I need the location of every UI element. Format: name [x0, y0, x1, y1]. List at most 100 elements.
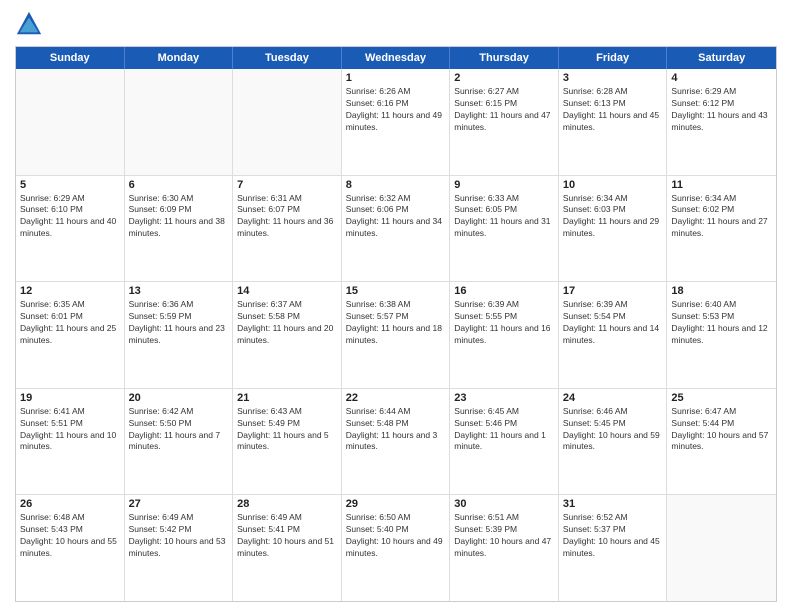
day-number: 24: [563, 392, 663, 404]
calendar-body: 1Sunrise: 6:26 AMSunset: 6:16 PMDaylight…: [16, 69, 776, 601]
day-number: 8: [346, 179, 446, 191]
calendar-cell: 13 Sunrise: 6:36 AMSunset: 5:59 PMDayligh…: [125, 282, 234, 388]
calendar-cell: [125, 69, 234, 175]
day-number: 6: [129, 179, 229, 191]
calendar-week-3: 12 Sunrise: 6:35 AMSunset: 6:01 PMDayligh…: [16, 281, 776, 388]
calendar-cell: [16, 69, 125, 175]
day-info: Sunrise: 6:30 AMSunset: 6:09 PMDaylight:…: [129, 193, 229, 241]
calendar-cell: 4 Sunrise: 6:29 AMSunset: 6:12 PMDaylight…: [667, 69, 776, 175]
calendar-cell: 6 Sunrise: 6:30 AMSunset: 6:09 PMDaylight…: [125, 176, 234, 282]
day-number: 29: [346, 498, 446, 510]
day-info: Sunrise: 6:38 AMSunset: 5:57 PMDaylight:…: [346, 299, 446, 347]
calendar-week-2: 5 Sunrise: 6:29 AMSunset: 6:10 PMDaylight…: [16, 175, 776, 282]
day-info: Sunrise: 6:52 AMSunset: 5:37 PMDaylight:…: [563, 512, 663, 560]
day-info: Sunrise: 6:44 AMSunset: 5:48 PMDaylight:…: [346, 406, 446, 454]
day-number: 16: [454, 285, 554, 297]
calendar-header-row: SundayMondayTuesdayWednesdayThursdayFrid…: [16, 47, 776, 69]
day-info: Sunrise: 6:40 AMSunset: 5:53 PMDaylight:…: [671, 299, 772, 347]
day-number: 18: [671, 285, 772, 297]
day-info: Sunrise: 6:37 AMSunset: 5:58 PMDaylight:…: [237, 299, 337, 347]
day-number: 5: [20, 179, 120, 191]
calendar-cell: 2 Sunrise: 6:27 AMSunset: 6:15 PMDaylight…: [450, 69, 559, 175]
day-number: 12: [20, 285, 120, 297]
day-info: Sunrise: 6:31 AMSunset: 6:07 PMDaylight:…: [237, 193, 337, 241]
day-info: Sunrise: 6:28 AMSunset: 6:13 PMDaylight:…: [563, 86, 663, 134]
day-number: 2: [454, 72, 554, 84]
calendar-cell: 26 Sunrise: 6:48 AMSunset: 5:43 PMDayligh…: [16, 495, 125, 601]
calendar-cell: 1Sunrise: 6:26 AMSunset: 6:16 PMDaylight…: [342, 69, 451, 175]
day-info: Sunrise: 6:47 AMSunset: 5:44 PMDaylight:…: [671, 406, 772, 454]
page-header: [15, 10, 777, 38]
calendar-cell: 12 Sunrise: 6:35 AMSunset: 6:01 PMDayligh…: [16, 282, 125, 388]
day-number: 27: [129, 498, 229, 510]
day-number: 7: [237, 179, 337, 191]
day-info: Sunrise: 6:49 AMSunset: 5:41 PMDaylight:…: [237, 512, 337, 560]
day-info: Sunrise: 6:29 AMSunset: 6:12 PMDaylight:…: [671, 86, 772, 134]
day-number: 19: [20, 392, 120, 404]
day-info: Sunrise: 6:39 AMSunset: 5:54 PMDaylight:…: [563, 299, 663, 347]
calendar-cell: 11Sunrise: 6:34 AMSunset: 6:02 PMDayligh…: [667, 176, 776, 282]
day-info: Sunrise: 6:50 AMSunset: 5:40 PMDaylight:…: [346, 512, 446, 560]
day-number: 4: [671, 72, 772, 84]
calendar-week-4: 19 Sunrise: 6:41 AMSunset: 5:51 PMDayligh…: [16, 388, 776, 495]
day-info: Sunrise: 6:51 AMSunset: 5:39 PMDaylight:…: [454, 512, 554, 560]
header-day-tuesday: Tuesday: [233, 47, 342, 69]
calendar-cell: 25 Sunrise: 6:47 AMSunset: 5:44 PMDayligh…: [667, 389, 776, 495]
day-info: Sunrise: 6:34 AMSunset: 6:03 PMDaylight:…: [563, 193, 663, 241]
day-info: Sunrise: 6:41 AMSunset: 5:51 PMDaylight:…: [20, 406, 120, 454]
calendar-cell: 7 Sunrise: 6:31 AMSunset: 6:07 PMDaylight…: [233, 176, 342, 282]
day-info: Sunrise: 6:27 AMSunset: 6:15 PMDaylight:…: [454, 86, 554, 134]
day-number: 22: [346, 392, 446, 404]
day-info: Sunrise: 6:34 AMSunset: 6:02 PMDaylight:…: [671, 193, 772, 241]
calendar-cell: 17Sunrise: 6:39 AMSunset: 5:54 PMDayligh…: [559, 282, 668, 388]
calendar-cell: 15 Sunrise: 6:38 AMSunset: 5:57 PMDayligh…: [342, 282, 451, 388]
calendar-cell: 14 Sunrise: 6:37 AMSunset: 5:58 PMDayligh…: [233, 282, 342, 388]
calendar-cell: 22 Sunrise: 6:44 AMSunset: 5:48 PMDayligh…: [342, 389, 451, 495]
calendar-cell: 21 Sunrise: 6:43 AMSunset: 5:49 PMDayligh…: [233, 389, 342, 495]
calendar-cell: 31 Sunrise: 6:52 AMSunset: 5:37 PMDayligh…: [559, 495, 668, 601]
header-day-friday: Friday: [559, 47, 668, 69]
day-info: Sunrise: 6:32 AMSunset: 6:06 PMDaylight:…: [346, 193, 446, 241]
day-info: Sunrise: 6:42 AMSunset: 5:50 PMDaylight:…: [129, 406, 229, 454]
calendar-cell: 24 Sunrise: 6:46 AMSunset: 5:45 PMDayligh…: [559, 389, 668, 495]
calendar-cell: 28 Sunrise: 6:49 AMSunset: 5:41 PMDayligh…: [233, 495, 342, 601]
day-info: Sunrise: 6:33 AMSunset: 6:05 PMDaylight:…: [454, 193, 554, 241]
calendar-cell: 30 Sunrise: 6:51 AMSunset: 5:39 PMDayligh…: [450, 495, 559, 601]
day-info: Sunrise: 6:36 AMSunset: 5:59 PMDaylight:…: [129, 299, 229, 347]
calendar-cell: 27 Sunrise: 6:49 AMSunset: 5:42 PMDayligh…: [125, 495, 234, 601]
day-number: 9: [454, 179, 554, 191]
header-day-saturday: Saturday: [667, 47, 776, 69]
day-number: 30: [454, 498, 554, 510]
day-number: 21: [237, 392, 337, 404]
logo: [15, 10, 47, 38]
day-info: Sunrise: 6:35 AMSunset: 6:01 PMDaylight:…: [20, 299, 120, 347]
calendar-cell: 9 Sunrise: 6:33 AMSunset: 6:05 PMDaylight…: [450, 176, 559, 282]
day-number: 10: [563, 179, 663, 191]
day-number: 26: [20, 498, 120, 510]
logo-icon: [15, 10, 43, 38]
day-number: 31: [563, 498, 663, 510]
day-info: Sunrise: 6:29 AMSunset: 6:10 PMDaylight:…: [20, 193, 120, 241]
day-info: Sunrise: 6:39 AMSunset: 5:55 PMDaylight:…: [454, 299, 554, 347]
calendar-cell: 10 Sunrise: 6:34 AMSunset: 6:03 PMDayligh…: [559, 176, 668, 282]
day-number: 13: [129, 285, 229, 297]
calendar-cell: 29 Sunrise: 6:50 AMSunset: 5:40 PMDayligh…: [342, 495, 451, 601]
day-number: 14: [237, 285, 337, 297]
calendar-cell: [667, 495, 776, 601]
day-info: Sunrise: 6:43 AMSunset: 5:49 PMDaylight:…: [237, 406, 337, 454]
day-info: Sunrise: 6:48 AMSunset: 5:43 PMDaylight:…: [20, 512, 120, 560]
day-info: Sunrise: 6:26 AMSunset: 6:16 PMDaylight:…: [346, 86, 446, 134]
day-number: 25: [671, 392, 772, 404]
calendar-week-1: 1Sunrise: 6:26 AMSunset: 6:16 PMDaylight…: [16, 69, 776, 175]
header-day-wednesday: Wednesday: [342, 47, 451, 69]
day-info: Sunrise: 6:46 AMSunset: 5:45 PMDaylight:…: [563, 406, 663, 454]
day-info: Sunrise: 6:49 AMSunset: 5:42 PMDaylight:…: [129, 512, 229, 560]
calendar-cell: 5 Sunrise: 6:29 AMSunset: 6:10 PMDaylight…: [16, 176, 125, 282]
header-day-thursday: Thursday: [450, 47, 559, 69]
calendar-cell: 16 Sunrise: 6:39 AMSunset: 5:55 PMDayligh…: [450, 282, 559, 388]
calendar-cell: 19 Sunrise: 6:41 AMSunset: 5:51 PMDayligh…: [16, 389, 125, 495]
day-number: 15: [346, 285, 446, 297]
calendar-cell: 23Sunrise: 6:45 AMSunset: 5:46 PMDayligh…: [450, 389, 559, 495]
day-number: 28: [237, 498, 337, 510]
calendar-cell: 20Sunrise: 6:42 AMSunset: 5:50 PMDayligh…: [125, 389, 234, 495]
